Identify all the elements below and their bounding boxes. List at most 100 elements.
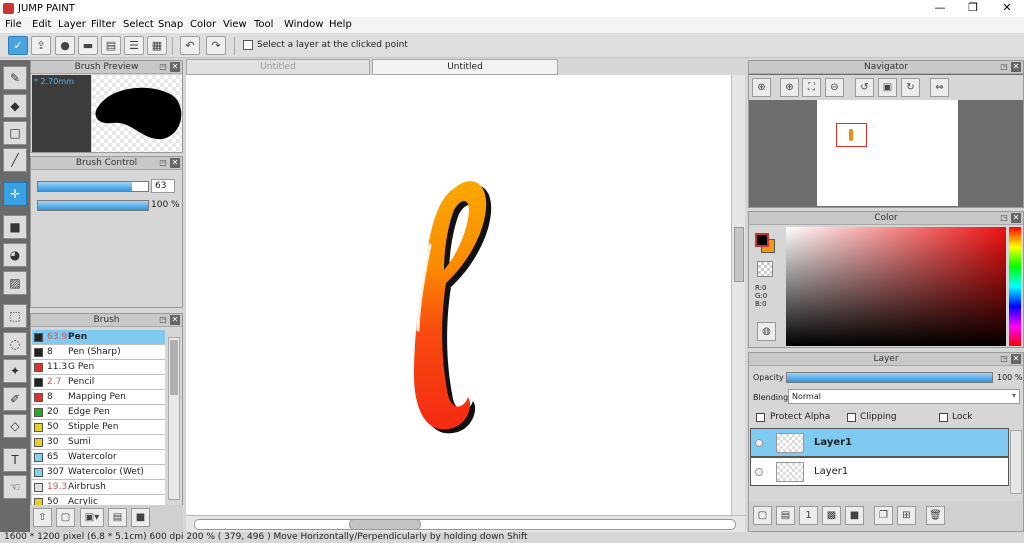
brush-list-item[interactable]: 63.9 Pen bbox=[32, 330, 165, 345]
rotate-left-icon[interactable]: ↺ bbox=[855, 78, 874, 97]
close-icon[interactable]: ✕ bbox=[170, 62, 180, 72]
brush-list-item[interactable]: 8 Pen (Sharp) bbox=[32, 345, 165, 360]
layer-opacity-slider[interactable] bbox=[786, 372, 993, 383]
navigator-panel: Navigator ◳ ✕ ⊕ ⊕ ⛶ ⊖ ↺ ▣ ↻ ⇔ bbox=[748, 60, 1024, 208]
navigator-title: Navigator bbox=[749, 61, 1023, 74]
brush-color-swatch bbox=[34, 483, 43, 492]
close-icon[interactable]: ✕ bbox=[1011, 62, 1021, 72]
tab-untitled-2[interactable]: Untitled bbox=[372, 59, 558, 75]
new-brush-icon[interactable]: ▢ bbox=[56, 508, 75, 527]
undo-icon[interactable]: ↶ bbox=[180, 36, 200, 55]
status-bar: 1600 * 1200 pixel (6.8 * 5.1cm) 600 dpi … bbox=[0, 532, 1024, 543]
copy-brush-icon[interactable]: ▣▾ bbox=[80, 508, 104, 527]
color-saturation-picker[interactable] bbox=[786, 227, 1006, 346]
canvas-horizontal-scroll-thumb[interactable] bbox=[349, 519, 421, 530]
canvas-horizontal-scrollbar[interactable] bbox=[186, 515, 745, 532]
transparent-color-swatch[interactable] bbox=[757, 261, 773, 277]
halftone-layer-icon[interactable]: ▩ bbox=[822, 506, 841, 525]
brush-color-swatch bbox=[34, 348, 43, 357]
layer-visibility-icon[interactable] bbox=[755, 468, 763, 476]
brush-list-item[interactable]: 30 Sumi bbox=[32, 435, 165, 450]
lock-label: Lock bbox=[952, 412, 973, 422]
canvas-vertical-scroll-thumb[interactable] bbox=[734, 227, 744, 282]
lock-checkbox[interactable] bbox=[939, 413, 948, 422]
brush-list-scroll-thumb[interactable] bbox=[170, 340, 178, 395]
brush-list-item[interactable]: 20 Edge Pen bbox=[32, 405, 165, 420]
blending-select[interactable]: Normal ▾ bbox=[788, 389, 1020, 404]
menu-tool[interactable]: Tool bbox=[254, 19, 273, 30]
close-icon[interactable]: ✕ bbox=[170, 315, 180, 325]
menu-help[interactable]: Help bbox=[329, 19, 352, 30]
zoom-in-icon[interactable]: ⊕ bbox=[780, 78, 799, 97]
canvas-vertical-scrollbar[interactable] bbox=[731, 75, 745, 515]
layer-panel-footer: ▢ ▤ 1 ▩ ■ ❐ ⊞ 🗑 bbox=[749, 501, 1023, 531]
brush-list-item[interactable]: 2.7 Pencil bbox=[32, 375, 165, 390]
close-icon[interactable]: ✕ bbox=[170, 158, 180, 168]
clipping-checkbox[interactable] bbox=[847, 413, 856, 422]
panel-float-icon[interactable]: ◳ bbox=[999, 62, 1009, 72]
color-palette-icon[interactable]: ◍ bbox=[757, 322, 776, 341]
brush-settings-icon[interactable]: ▤ bbox=[108, 508, 127, 527]
navigator-toolbar: ⊕ ⊕ ⛶ ⊖ ↺ ▣ ↻ ⇔ bbox=[749, 75, 1023, 100]
tab-untitled-1[interactable]: Untitled bbox=[186, 59, 370, 75]
menu-view[interactable]: View bbox=[223, 19, 247, 30]
brush-size-label: 307 bbox=[47, 467, 65, 477]
brush-list-item[interactable]: 11.3 G Pen bbox=[32, 360, 165, 375]
flip-icon[interactable]: ⇔ bbox=[930, 78, 949, 97]
navigator-viewport-rect[interactable] bbox=[836, 123, 867, 147]
brush-size-label: 8 bbox=[47, 347, 53, 357]
zoom-fit-icon[interactable]: ⊕ bbox=[752, 78, 771, 97]
new-layer-icon[interactable]: ▢ bbox=[753, 506, 772, 525]
select-layer-checkbox[interactable] bbox=[243, 40, 253, 50]
delete-layer-icon[interactable]: 🗑 bbox=[926, 506, 945, 525]
brush-list-item[interactable]: 307 Watercolor (Wet) bbox=[32, 465, 165, 480]
menu-color[interactable]: Color bbox=[190, 19, 216, 30]
brush-list-item[interactable]: 19.3 Airbrush bbox=[32, 480, 165, 495]
fit-window-icon[interactable]: ⛶ bbox=[802, 78, 821, 97]
layer-name: Layer1 bbox=[814, 466, 849, 477]
close-icon[interactable]: ✕ bbox=[1011, 213, 1021, 223]
new-layer-1bit-icon[interactable]: 1 bbox=[799, 506, 818, 525]
brush-color-swatch bbox=[34, 393, 43, 402]
panel-float-icon[interactable]: ◳ bbox=[999, 213, 1009, 223]
navigator-thumbnail[interactable] bbox=[817, 100, 958, 206]
reset-rotation-icon[interactable]: ▣ bbox=[878, 78, 897, 97]
layer-thumbnail bbox=[776, 433, 804, 453]
brush-color-swatch bbox=[34, 468, 43, 477]
brush-list: 63.9 Pen 8 Pen (Sharp) 11.3 G Pen 2.7 Pencil 8 Ma… bbox=[0, 0, 170, 505]
brush-add-icon[interactable]: ⇧ bbox=[33, 508, 52, 527]
brush-name-label: Stipple Pen bbox=[68, 422, 119, 432]
brush-list-item[interactable]: 8 Mapping Pen bbox=[32, 390, 165, 405]
close-button[interactable]: ✕ bbox=[990, 0, 1024, 17]
primary-color-swatch[interactable] bbox=[755, 233, 769, 247]
minimize-button[interactable]: — bbox=[923, 0, 957, 17]
brush-list-item[interactable]: 50 Acrylic bbox=[32, 495, 165, 505]
color-hue-slider[interactable] bbox=[1009, 227, 1021, 346]
copy-layer-icon[interactable]: ❐ bbox=[874, 506, 893, 525]
layer-row-2[interactable]: Layer1 bbox=[750, 457, 1009, 486]
close-icon[interactable]: ✕ bbox=[1011, 354, 1021, 364]
protect-alpha-checkbox[interactable] bbox=[756, 413, 765, 422]
rotate-right-icon[interactable]: ↻ bbox=[901, 78, 920, 97]
chevron-down-icon: ▾ bbox=[1011, 391, 1016, 400]
brush-list-item[interactable]: 50 Stipple Pen bbox=[32, 420, 165, 435]
redo-icon[interactable]: ↷ bbox=[206, 36, 226, 55]
maximize-button[interactable]: ❐ bbox=[956, 0, 990, 17]
layer-list-scrollbar[interactable] bbox=[1010, 430, 1022, 494]
drawing-canvas[interactable] bbox=[186, 75, 731, 515]
zoom-out-icon[interactable]: ⊖ bbox=[825, 78, 844, 97]
layer-visibility-icon[interactable] bbox=[755, 439, 763, 447]
blending-value: Normal bbox=[792, 392, 821, 401]
merge-layer-icon[interactable]: ⊞ bbox=[897, 506, 916, 525]
layer-row-1[interactable]: Layer1 bbox=[750, 428, 1009, 457]
menu-window[interactable]: Window bbox=[284, 19, 323, 30]
brush-list-item[interactable]: 65 Watercolor bbox=[32, 450, 165, 465]
toolbar-divider bbox=[234, 37, 235, 55]
folder-icon[interactable]: ■ bbox=[131, 508, 150, 527]
new-layer-8bit-icon[interactable]: ▤ bbox=[776, 506, 795, 525]
folder-icon[interactable]: ■ bbox=[845, 506, 864, 525]
brush-size-label: 50 bbox=[47, 497, 59, 505]
brush-size-label: 63.9 bbox=[47, 332, 68, 342]
toolbar-divider bbox=[172, 37, 173, 55]
panel-float-icon[interactable]: ◳ bbox=[999, 354, 1009, 364]
